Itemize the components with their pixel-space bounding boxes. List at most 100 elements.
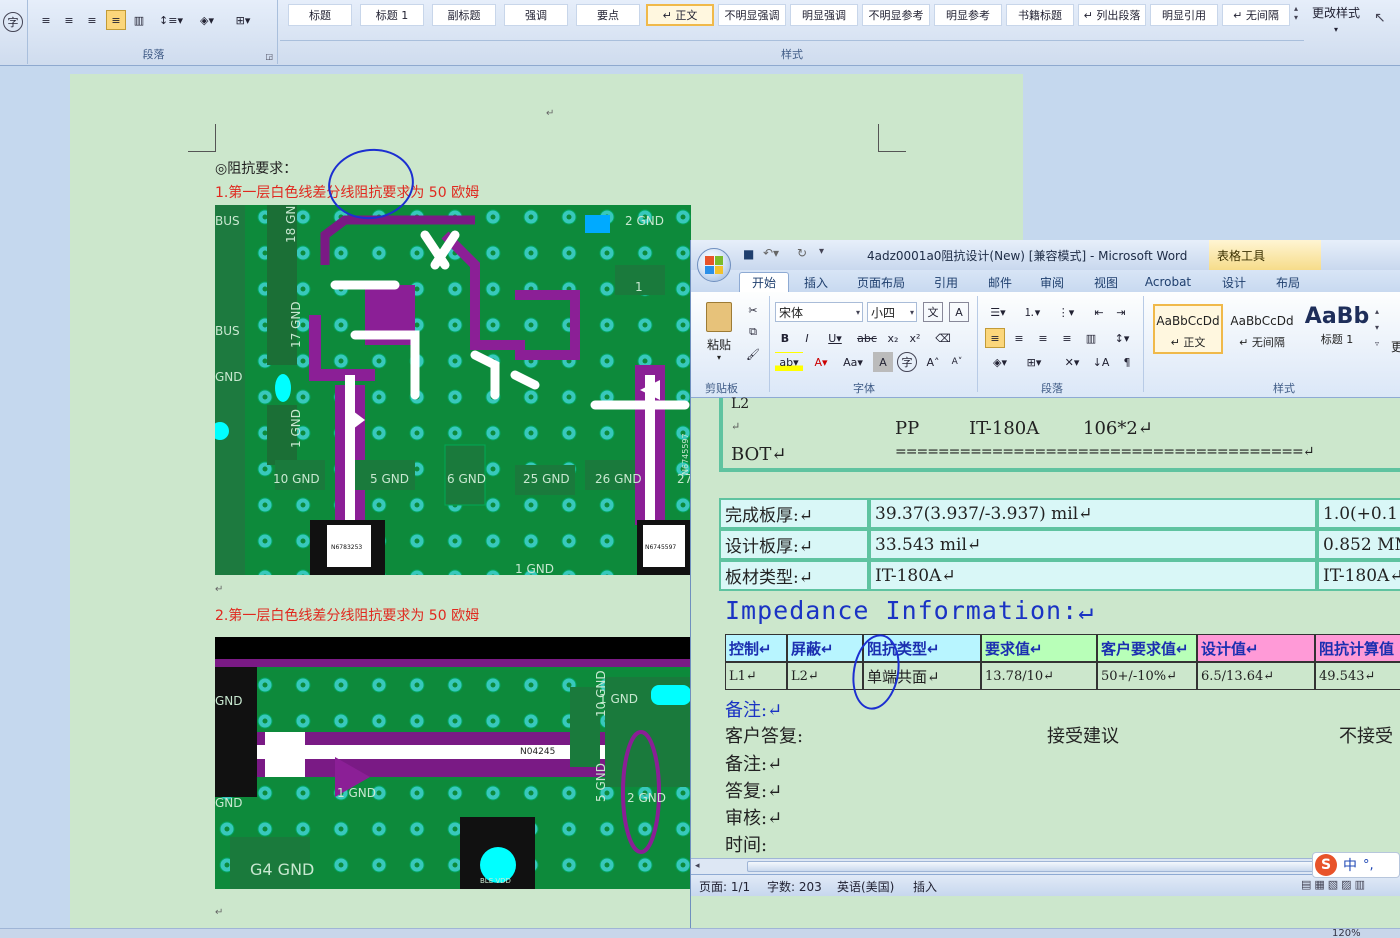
ime-mode[interactable]: 中 [1343,855,1357,875]
ime-punct[interactable]: °, [1363,858,1374,873]
font-size-combo[interactable]: 小四 ▾ [867,302,917,322]
border-icon[interactable]: ⊞▾ [1019,352,1049,372]
tab-mailings[interactable]: 邮件 [977,272,1023,292]
tab-page-layout[interactable]: 页面布局 [851,272,911,292]
tab-layout[interactable]: 布局 [1265,272,1311,292]
underline-icon[interactable]: U▾ [821,328,849,348]
style-item[interactable]: 标题 1 [360,4,424,26]
shading-icon[interactable]: ◈▾ [192,10,222,30]
justify-icon[interactable]: ≡ [1057,328,1077,348]
style-normal[interactable]: AaBbCcDd ↵ 正文 [1153,304,1223,354]
paste-label: 粘贴 [706,338,731,352]
style-item[interactable]: 明显强调 [790,4,858,26]
align-center-icon[interactable]: ≡ [59,10,79,30]
line-spacing-icon[interactable]: ↕▾ [1107,328,1137,348]
distribute-icon[interactable]: ▥ [1081,328,1101,348]
qat-dropdown-icon[interactable]: ▾ [819,246,824,257]
format-painter-icon[interactable]: 🖌 [743,344,763,364]
tab-references[interactable]: 引用 [923,272,969,292]
style-item-selected[interactable]: ↵ 正文 [646,4,714,26]
border-icon[interactable]: ⊞▾ [228,10,258,30]
style-heading-1[interactable]: AaBb 标题 1 [1301,304,1373,354]
justify-icon[interactable]: ≡ [106,10,126,30]
style-item[interactable]: 强调 [504,4,568,26]
phonetic-guide-icon[interactable]: 文 [923,302,943,322]
clear-format-icon[interactable]: ⌫ [933,328,953,348]
redo-icon[interactable]: ↻ [797,246,807,260]
impedance-cell: 50+/-10%↵ [1097,662,1197,690]
bullets-icon[interactable]: ☰▾ [983,302,1013,322]
save-icon[interactable]: ■ [743,247,754,261]
subscript-icon[interactable]: x₂ [883,328,903,348]
style-item[interactable]: 明显引用 [1150,4,1218,26]
grow-font-icon[interactable]: A˄ [923,352,943,372]
bold-icon[interactable]: B [775,328,795,348]
impedance-cell: 13.78/10↵ [981,662,1097,690]
align-left-icon[interactable]: ≡ [985,328,1005,348]
style-item[interactable]: ↵ 无间隔 [1222,4,1290,26]
scroll-thumb[interactable] [747,861,1400,872]
undo-icon[interactable]: ↶▾ [763,246,779,260]
line-spacing-icon[interactable]: ↕≡▾ [156,10,186,30]
cut-icon[interactable]: ✂ [743,300,763,320]
multilevel-list-icon[interactable]: ⋮▾ [1051,302,1081,322]
style-item[interactable]: ↵ 列出段落 [1078,4,1146,26]
change-styles-button[interactable]: 更 [1391,338,1400,355]
style-item[interactable]: 不明显强调 [718,4,786,26]
change-case-icon[interactable]: Aa▾ [839,352,867,372]
copy-icon[interactable]: ⧉ [743,322,763,342]
tab-home[interactable]: 开始 [739,272,789,292]
ime-toolbar[interactable]: S 中 °, [1312,852,1400,878]
tab-insert[interactable]: 插入 [793,272,839,292]
style-item[interactable]: 不明显参考 [862,4,930,26]
style-item[interactable]: 明显参考 [934,4,1002,26]
tab-view[interactable]: 视图 [1083,272,1129,292]
align-right-icon[interactable]: ≡ [82,10,102,30]
tab-review[interactable]: 审阅 [1029,272,1075,292]
language-status[interactable]: 英语(美国) [837,878,894,895]
style-item[interactable]: 书籍标题 [1006,4,1074,26]
office-button[interactable] [697,248,731,282]
superscript-icon[interactable]: x² [905,328,925,348]
word-count[interactable]: 字数: 203 [767,878,822,895]
tab-acrobat[interactable]: Acrobat [1137,272,1199,292]
highlight-icon[interactable]: ab▾ [775,352,803,372]
enclose-char-icon[interactable]: 字 [897,352,917,372]
page-count[interactable]: 页面: 1/1 [699,878,750,895]
style-item[interactable]: 标题 [288,4,352,26]
horizontal-scrollbar[interactable]: ◂ [691,858,1400,874]
select-cursor-icon[interactable]: ↖ [1374,10,1386,26]
sort-icon[interactable]: ↓A [1091,352,1111,372]
dialog-launcher-icon[interactable]: ◲ [265,52,273,61]
align-right-icon[interactable]: ≡ [1033,328,1053,348]
phonetic-icon[interactable]: 字 [3,12,23,32]
table-tools-context: 表格工具 [1209,240,1321,270]
decrease-indent-icon[interactable]: ⇤ [1089,302,1109,322]
font-color-icon[interactable]: A▾ [807,352,835,372]
style-no-spacing[interactable]: AaBbCcDd ↵ 无间隔 [1227,304,1297,354]
change-styles-button[interactable]: 更改样式 ▾ [1308,4,1364,60]
style-item[interactable]: 要点 [576,4,640,26]
styles-scroll-icon[interactable]: ▴ ▾ ▿ [1375,304,1387,356]
char-border-icon[interactable]: A [949,302,969,322]
strikethrough-icon[interactable]: abc [853,328,881,348]
italic-icon[interactable]: I [797,328,817,348]
insert-mode[interactable]: 插入 [913,878,937,895]
numbering-icon[interactable]: ⒈▾ [1017,302,1047,322]
font-name-combo[interactable]: 宋体 ▾ [775,302,863,322]
increase-indent-icon[interactable]: ⇥ [1111,302,1131,322]
paste-button[interactable]: 粘贴 ▾ [699,298,739,368]
show-marks-icon[interactable]: ¶ [1117,352,1137,372]
align-left-icon[interactable]: ≡ [36,10,56,30]
shrink-font-icon[interactable]: A˅ [947,352,967,372]
shading-icon[interactable]: ◈▾ [985,352,1015,372]
char-shading-icon[interactable]: A [873,352,893,372]
distribute-icon[interactable]: ▥ [129,10,149,30]
tab-design[interactable]: 设计 [1211,272,1257,292]
align-center-icon[interactable]: ≡ [1009,328,1029,348]
scroll-left-icon[interactable]: ◂ [695,861,700,871]
asian-layout-icon[interactable]: ✕▾ [1057,352,1087,372]
style-item[interactable]: 副标题 [432,4,496,26]
zoom-level[interactable]: 120% [1332,928,1361,938]
view-buttons-icon[interactable]: ▤▦▧▨▥ [1301,878,1368,891]
